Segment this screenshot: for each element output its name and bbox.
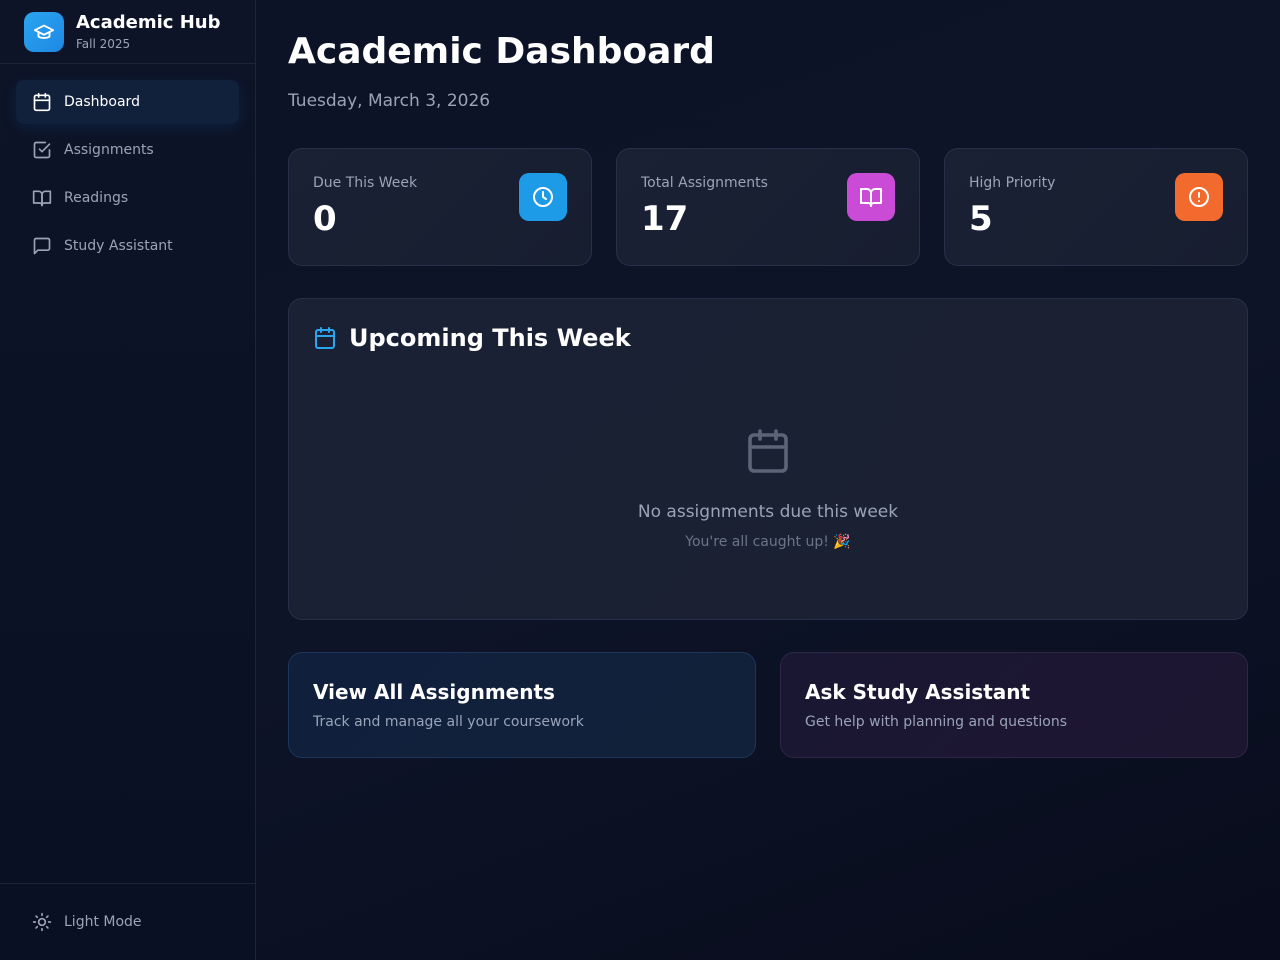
view-all-assignments-card[interactable]: View All Assignments Track and manage al… [288,652,756,758]
light-mode-label: Light Mode [64,914,142,930]
brand-title: Academic Hub [76,11,221,33]
sidebar-nav: Dashboard Assignments Readings Study Ass… [0,64,255,284]
checkbox-icon [32,140,52,160]
action-title: Ask Study Assistant [805,680,1031,704]
empty-calendar-icon [744,427,792,479]
stat-card-due-this-week: Due This Week 0 [288,148,592,266]
sidebar-item-label: Assignments [64,142,154,158]
action-title: View All Assignments [313,680,555,704]
book-icon [32,188,52,208]
sidebar-item-study-assistant[interactable]: Study Assistant [16,224,239,268]
brand-subtitle: Fall 2025 [76,36,131,51]
sidebar-item-label: Readings [64,190,129,206]
sidebar-item-label: Study Assistant [64,238,173,254]
sidebar-item-dashboard[interactable]: Dashboard [16,80,239,124]
upcoming-header: Upcoming This Week [313,323,1223,353]
stats-row: Due This Week 0 Total Assignments 17 Hig… [288,148,1248,266]
empty-title: No assignments due this week [637,502,899,522]
chat-icon [32,236,52,256]
page-date: Tuesday, March 3, 2026 [288,91,491,111]
graduation-cap-icon [24,11,64,52]
upcoming-title: Upcoming This Week [349,324,631,352]
book-open-icon [847,173,895,221]
sun-icon [32,912,52,932]
empty-state: No assignments due this week You're all … [289,427,1247,551]
empty-subtitle: You're all caught up! 🎉 [685,534,851,550]
sidebar-item-assignments[interactable]: Assignments [16,128,239,172]
stat-card-total-assignments: Total Assignments 17 [616,148,920,266]
light-mode-toggle[interactable]: Light Mode [16,898,239,946]
main-content: Academic Dashboard Tuesday, March 3, 202… [256,0,1280,960]
calendar-icon [313,326,337,350]
action-description: Track and manage all your coursework [313,714,584,730]
action-description: Get help with planning and questions [805,714,1068,730]
quick-actions: View All Assignments Track and manage al… [288,652,1248,758]
sidebar: Academic Hub Fall 2025 Dashboard Assignm… [0,0,256,960]
alert-circle-icon [1175,173,1223,221]
stat-card-high-priority: High Priority 5 [944,148,1248,266]
sidebar-item-readings[interactable]: Readings [16,176,239,220]
app-root: Academic Hub Fall 2025 Dashboard Assignm… [0,0,1280,960]
page-title: Academic Dashboard [288,31,715,72]
upcoming-panel: Upcoming This Week No assignments due th… [288,298,1248,620]
clock-icon [519,173,567,221]
calendar-icon [32,92,52,112]
ask-study-assistant-card[interactable]: Ask Study Assistant Get help with planni… [780,652,1248,758]
sidebar-footer: Light Mode [0,883,255,960]
brand: Academic Hub Fall 2025 [0,0,255,64]
sidebar-item-label: Dashboard [64,94,140,110]
